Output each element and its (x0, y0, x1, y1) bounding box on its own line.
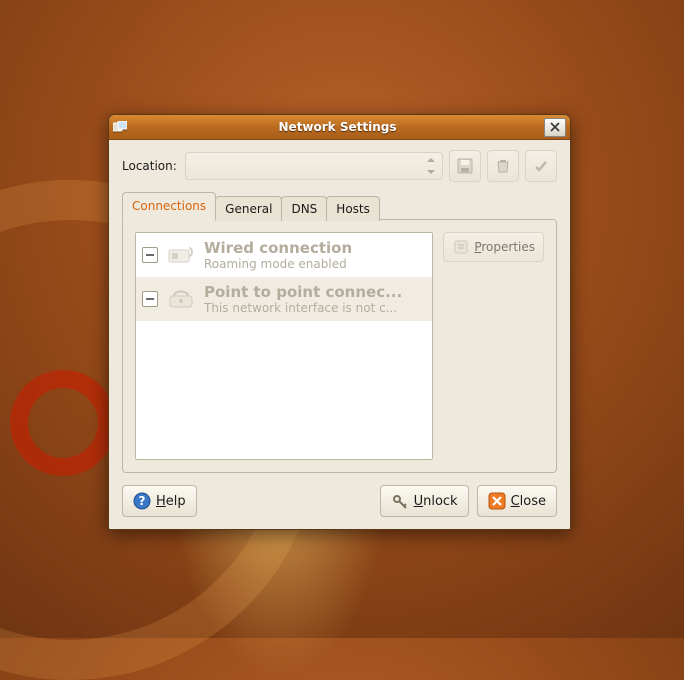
help-label: Help (156, 494, 186, 509)
close-icon (488, 492, 506, 510)
help-icon: ? (133, 492, 151, 510)
nic-icon (164, 240, 198, 270)
titlebar-app-icon (109, 121, 131, 133)
apply-location-button[interactable] (525, 150, 557, 182)
tab-page-connections: Wired connection Roaming mode enabled Po… (122, 219, 557, 473)
tab-general[interactable]: General (215, 196, 282, 221)
save-location-button[interactable] (449, 150, 481, 182)
network-settings-window: Network Settings Location: (108, 114, 571, 530)
connection-item[interactable]: Wired connection Roaming mode enabled (136, 233, 432, 277)
location-label: Location: (122, 159, 177, 173)
connection-title: Wired connection (204, 239, 426, 257)
delete-location-button[interactable] (487, 150, 519, 182)
connection-item[interactable]: Point to point connec... This network in… (136, 277, 432, 321)
tab-label: General (225, 202, 272, 216)
tab-dns[interactable]: DNS (281, 196, 327, 221)
tab-label: Hosts (336, 202, 370, 216)
titlebar-title: Network Settings (131, 120, 544, 134)
dash-icon (146, 254, 154, 256)
connections-list[interactable]: Wired connection Roaming mode enabled Po… (135, 232, 433, 460)
svg-text:?: ? (139, 494, 146, 508)
dash-icon (146, 298, 154, 300)
tab-label: DNS (291, 202, 317, 216)
close-button[interactable]: Close (477, 485, 557, 517)
location-combo[interactable] (185, 152, 443, 180)
titlebar[interactable]: Network Settings (109, 115, 570, 140)
connection-enable-checkbox[interactable] (142, 291, 158, 307)
tab-label: Connections (132, 199, 206, 213)
tab-connections[interactable]: Connections (122, 192, 216, 220)
check-icon (532, 157, 550, 175)
tabs-bar: Connections General DNS Hosts (122, 192, 557, 220)
close-label: Close (511, 494, 546, 509)
properties-button[interactable]: Properties (443, 232, 544, 262)
combo-arrows-icon (427, 158, 436, 174)
properties-icon (452, 238, 470, 256)
titlebar-close-button[interactable] (544, 118, 566, 137)
unlock-label: Unlock (414, 494, 458, 509)
connection-title: Point to point connec... (204, 283, 426, 301)
floppy-icon (456, 157, 474, 175)
trash-icon (494, 157, 512, 175)
help-button[interactable]: ? Help (122, 485, 197, 517)
unlock-button[interactable]: Unlock (380, 485, 469, 517)
modem-icon (164, 284, 198, 314)
properties-label: Properties (474, 240, 535, 254)
connection-subtitle: This network interface is not c... (204, 301, 426, 315)
connection-enable-checkbox[interactable] (142, 247, 158, 263)
keys-icon (391, 492, 409, 510)
tab-hosts[interactable]: Hosts (326, 196, 380, 221)
connection-subtitle: Roaming mode enabled (204, 257, 426, 271)
